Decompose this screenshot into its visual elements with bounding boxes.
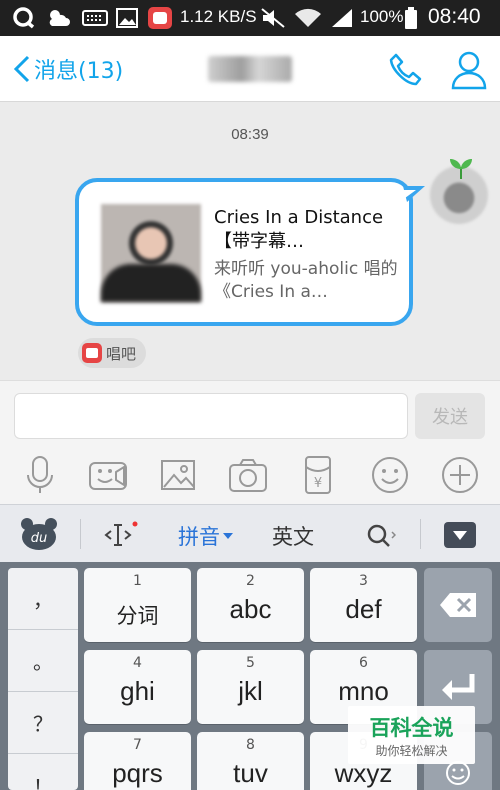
key-number: 1: [133, 573, 142, 589]
network-speed: 1.12 KB/S: [180, 7, 257, 26]
pinyin-mode-button[interactable]: 拼音: [178, 521, 233, 551]
battery-icon: [405, 7, 417, 29]
phone-icon[interactable]: [388, 52, 424, 88]
watermark-title: 百科全说: [369, 716, 454, 740]
key-number: 8: [246, 737, 255, 753]
back-label: 消息(13): [34, 59, 124, 84]
key-number: 2: [246, 573, 255, 589]
emoji-icon[interactable]: [370, 455, 410, 495]
video-icon[interactable]: [88, 455, 128, 495]
watermark: 百科全说 助你轻松解决: [348, 706, 475, 764]
camera-icon[interactable]: [228, 455, 268, 495]
key-label: 分词: [116, 604, 159, 628]
plus-icon[interactable]: [440, 455, 480, 495]
keyboard-icon: [82, 10, 108, 26]
punctuation-key[interactable]: ！: [8, 754, 78, 790]
punctuation-key[interactable]: 。: [8, 630, 78, 692]
song-share-card[interactable]: Cries In a Distance【带字幕… 来听听 you-aholic …: [75, 178, 413, 326]
weather-icon: [49, 10, 70, 26]
song-title: Cries In a Distance【带字幕…: [214, 207, 384, 252]
key-1[interactable]: 1 分词: [84, 568, 191, 642]
chat-header: 消息(13): [0, 36, 500, 102]
key-number: 5: [246, 655, 255, 671]
hide-keyboard-button[interactable]: [444, 522, 476, 548]
key-number: 7: [133, 737, 142, 753]
chevron-down-icon: [453, 531, 467, 540]
key-label: def: [345, 594, 382, 624]
pinyin-label: 拼音: [178, 525, 220, 549]
chevron-left-icon: [13, 55, 30, 83]
key-3[interactable]: 3 def: [310, 568, 417, 642]
microphone-icon[interactable]: [20, 455, 60, 495]
status-bar: 1.12 KB/S 100% 08:40: [0, 0, 500, 36]
watermark-subtitle: 助你轻松解决: [375, 744, 448, 758]
key-8[interactable]: 8 tuv: [197, 732, 304, 790]
red-packet-icon[interactable]: ¥: [298, 455, 338, 495]
send-button[interactable]: 发送: [415, 393, 485, 439]
key-7[interactable]: 7 pqrs: [84, 732, 191, 790]
wifi-icon: [295, 8, 321, 27]
profile-icon[interactable]: [450, 50, 488, 90]
image-icon[interactable]: [158, 455, 198, 495]
search-icon[interactable]: [366, 523, 396, 549]
key-label: tuv: [233, 758, 268, 788]
key-label: jkl: [238, 676, 263, 706]
toolbar-divider: [80, 519, 81, 549]
contact-name-blurred: [208, 56, 292, 82]
key-label: ghi: [120, 676, 155, 706]
changba-icon: [82, 343, 102, 363]
search-icon: [13, 7, 35, 29]
backspace-key[interactable]: [424, 568, 492, 642]
cursor-move-icon[interactable]: [104, 521, 138, 549]
key-label: pqrs: [112, 758, 163, 788]
sprout-icon: [450, 159, 472, 179]
clock: 08:40: [428, 5, 481, 28]
message-input[interactable]: [14, 393, 408, 439]
toolbar-divider: [420, 519, 421, 549]
key-label: abc: [229, 594, 272, 624]
key-number: 3: [359, 573, 368, 589]
enter-icon: [442, 674, 475, 700]
key-5[interactable]: 5 jkl: [197, 650, 304, 724]
baidu-ime-logo-icon[interactable]: du: [20, 517, 58, 551]
svg-text:¥: ¥: [314, 476, 322, 491]
english-mode-button[interactable]: 英文: [272, 521, 314, 551]
song-description: 来听听 you-aholic 唱的《Cries In a…: [214, 259, 398, 302]
mute-icon: [261, 8, 285, 28]
dropdown-caret-icon: [223, 533, 233, 539]
gallery-icon: [116, 8, 138, 28]
svg-text:du: du: [31, 531, 48, 546]
backspace-icon: [440, 593, 476, 617]
key-2[interactable]: 2 abc: [197, 568, 304, 642]
message-timestamp: 08:39: [231, 126, 269, 143]
key-number: 4: [133, 655, 142, 671]
key-label: mno: [338, 676, 389, 706]
bubble-tail: [403, 186, 425, 202]
source-app-tag[interactable]: 唱吧: [78, 338, 147, 368]
source-label: 唱吧: [106, 344, 137, 363]
key-4[interactable]: 4 ghi: [84, 650, 191, 724]
ime-toolbar: du 拼音 英文: [0, 504, 500, 562]
signal-icon: [332, 9, 352, 27]
punctuation-column[interactable]: ， 。 ？ ！: [8, 568, 78, 790]
back-button[interactable]: 消息(13): [12, 50, 123, 88]
key-number: 6: [359, 655, 368, 671]
changba-app-icon: [148, 7, 172, 29]
chat-area[interactable]: 08:39 Cries In a Distance【带字幕… 来听听 you-a…: [0, 102, 500, 380]
punctuation-key[interactable]: ，: [8, 568, 78, 630]
song-thumbnail-shade: [101, 264, 201, 302]
battery-percent: 100%: [360, 7, 404, 26]
composer: 发送 ¥: [0, 380, 500, 504]
punctuation-key[interactable]: ？: [8, 692, 78, 754]
